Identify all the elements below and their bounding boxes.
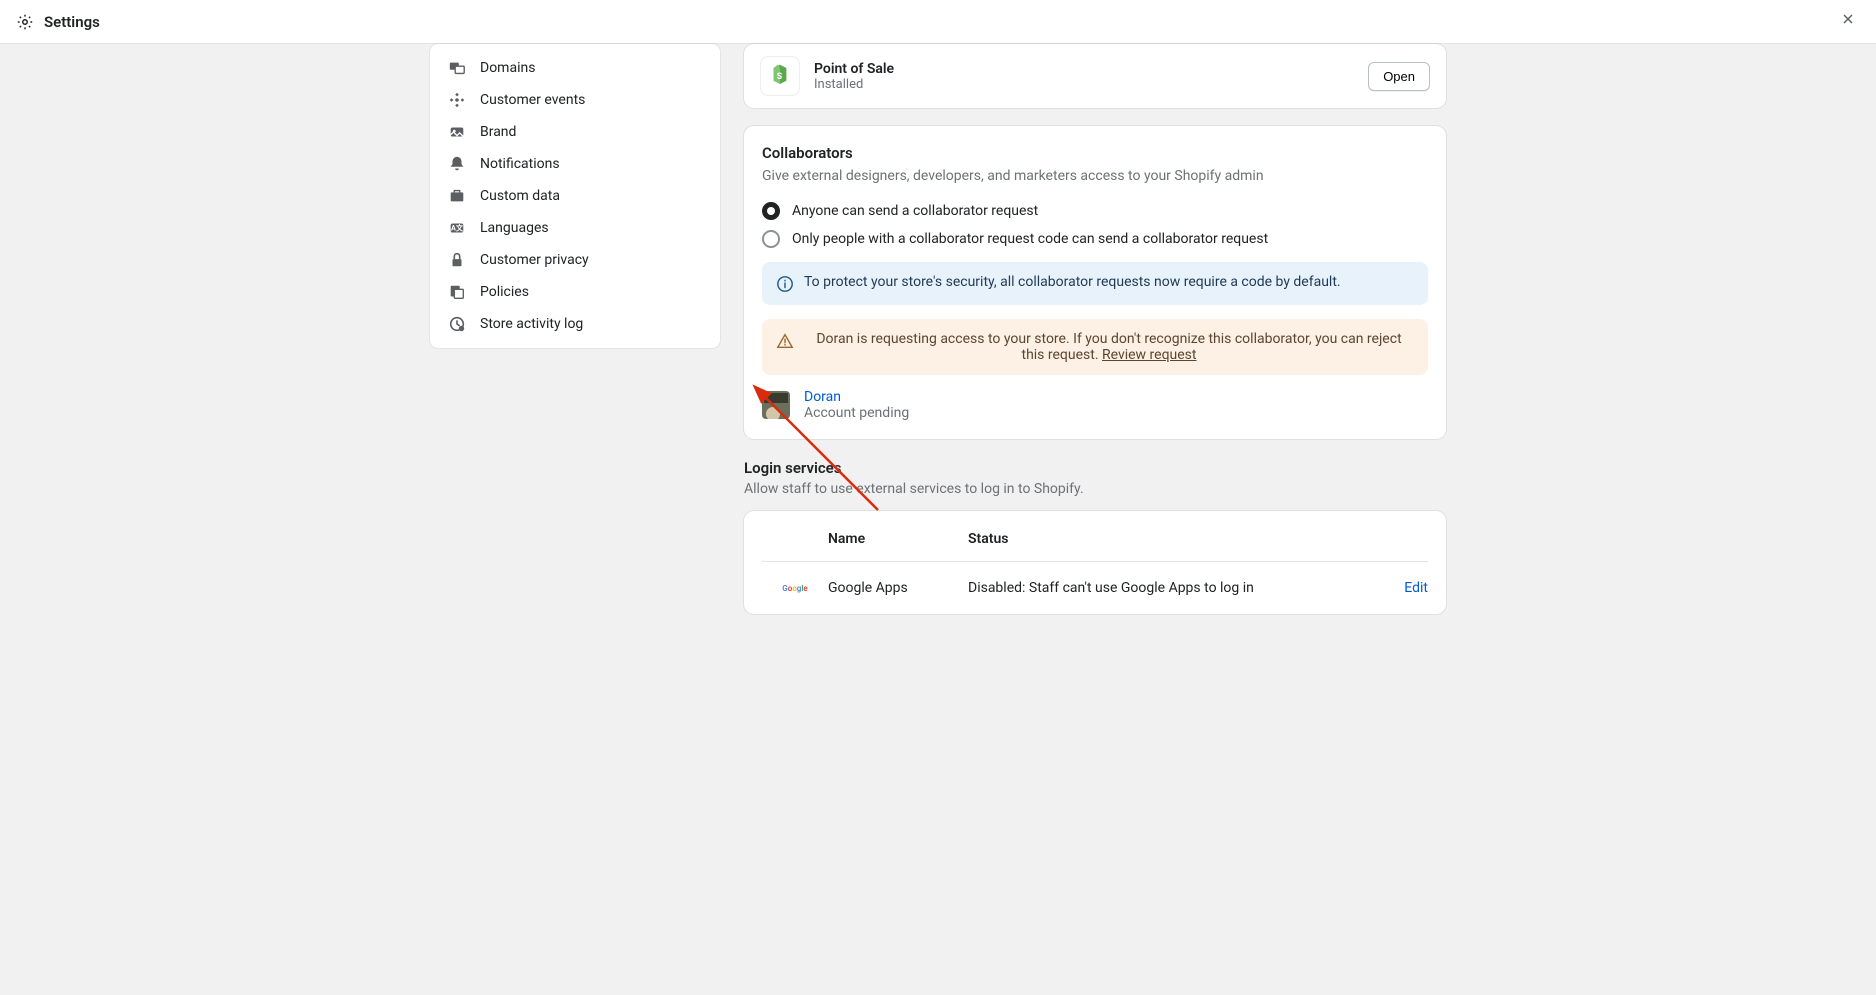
collaborators-card: Collaborators Give external designers, d… <box>744 126 1446 439</box>
collaborator-status: Account pending <box>804 405 909 421</box>
sidebar-item-label: Customer privacy <box>480 252 589 268</box>
shopify-pos-icon: S <box>760 56 800 96</box>
sidebar-item-customer-events[interactable]: Customer events <box>430 84 720 116</box>
sidebar-item-label: Custom data <box>480 188 560 204</box>
pos-card: S Point of Sale Installed Open <box>744 44 1446 108</box>
settings-header: Settings <box>0 0 1876 44</box>
login-services-description: Allow staff to use external services to … <box>744 481 1446 497</box>
briefcase-icon <box>448 187 466 205</box>
radio-label: Anyone can send a collaborator request <box>792 203 1038 219</box>
sidebar-item-label: Store activity log <box>480 316 583 332</box>
settings-sidebar: Domains Customer events Brand Notificati… <box>430 44 720 348</box>
sidebar-item-label: Notifications <box>480 156 560 172</box>
info-alert-text: To protect your store's security, all co… <box>804 274 1341 290</box>
google-icon: Google <box>782 584 807 593</box>
login-service-name: Google Apps <box>828 580 968 596</box>
collaborator-entry: Doran Account pending <box>762 389 1428 421</box>
sidebar-item-customer-privacy[interactable]: Customer privacy <box>430 244 720 276</box>
activity-icon <box>448 315 466 333</box>
radio-code-only[interactable]: Only people with a collaborator request … <box>762 230 1428 248</box>
radio-icon <box>762 202 780 220</box>
sidebar-item-domains[interactable]: Domains <box>430 52 720 84</box>
sidebar-item-label: Policies <box>480 284 529 300</box>
sidebar-item-label: Customer events <box>480 92 585 108</box>
collaborator-avatar <box>762 391 790 419</box>
review-request-link[interactable]: Review request <box>1102 347 1197 363</box>
login-services-title: Login services <box>744 459 1446 477</box>
login-services-card: Name Status Google Google Apps Disabled:… <box>744 511 1446 614</box>
edit-login-service-link[interactable]: Edit <box>1404 580 1428 596</box>
pos-subtitle: Installed <box>814 77 1354 92</box>
events-icon <box>448 91 466 109</box>
login-services-section: Login services Allow staff to use extern… <box>744 459 1446 614</box>
languages-icon: A文 <box>448 219 466 237</box>
sidebar-item-brand[interactable]: Brand <box>430 116 720 148</box>
login-service-status: Disabled: Staff can't use Google Apps to… <box>968 580 1368 596</box>
brand-icon <box>448 123 466 141</box>
pos-title: Point of Sale <box>814 61 1354 77</box>
sidebar-item-notifications[interactable]: Notifications <box>430 148 720 180</box>
security-info-alert: To protect your store's security, all co… <box>762 262 1428 305</box>
gear-icon <box>16 13 34 31</box>
collaborator-request-alert: Doran is requesting access to your store… <box>762 319 1428 375</box>
radio-icon <box>762 230 780 248</box>
sidebar-item-label: Domains <box>480 60 535 76</box>
sidebar-item-languages[interactable]: A文 Languages <box>430 212 720 244</box>
lock-icon <box>448 251 466 269</box>
collaborators-description: Give external designers, developers, and… <box>762 168 1428 184</box>
collaborators-title: Collaborators <box>762 144 1428 162</box>
login-table-header: Name Status <box>762 511 1428 562</box>
info-icon <box>776 275 794 293</box>
svg-text:A文: A文 <box>451 224 464 233</box>
sidebar-item-custom-data[interactable]: Custom data <box>430 180 720 212</box>
collaborator-name-link[interactable]: Doran <box>804 389 909 405</box>
radio-label: Only people with a collaborator request … <box>792 231 1268 247</box>
bell-icon <box>448 155 466 173</box>
sidebar-item-policies[interactable]: Policies <box>430 276 720 308</box>
column-header-name: Name <box>828 531 968 547</box>
main-content: S Point of Sale Installed Open Collabora… <box>744 44 1446 632</box>
sidebar-item-store-activity-log[interactable]: Store activity log <box>430 308 720 340</box>
page-title: Settings <box>44 13 100 31</box>
close-icon <box>1840 11 1856 31</box>
sidebar-item-label: Languages <box>480 220 549 236</box>
login-service-row: Google Google Apps Disabled: Staff can't… <box>762 562 1428 614</box>
warning-icon <box>776 332 794 350</box>
domains-icon <box>448 59 466 77</box>
sidebar-item-label: Brand <box>480 124 516 140</box>
close-button[interactable] <box>1836 7 1860 36</box>
column-header-status: Status <box>968 531 1368 547</box>
warn-alert-text: Doran is requesting access to your store… <box>804 331 1414 363</box>
radio-anyone[interactable]: Anyone can send a collaborator request <box>762 202 1428 220</box>
policies-icon <box>448 283 466 301</box>
open-pos-button[interactable]: Open <box>1368 62 1430 91</box>
svg-text:S: S <box>777 72 783 82</box>
